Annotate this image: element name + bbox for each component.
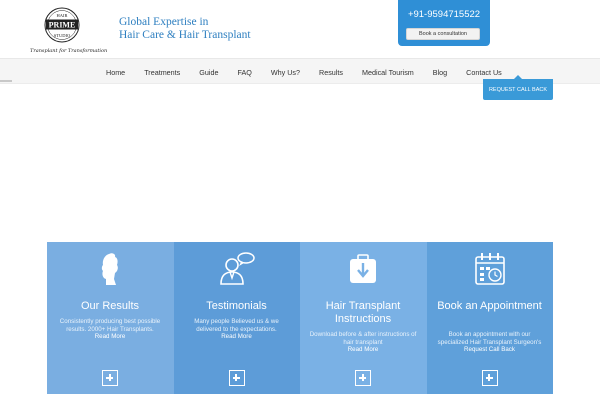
tagline-line-1: Global Expertise in bbox=[119, 16, 209, 28]
call-box: +91-9594715522 Book a consultation bbox=[398, 0, 490, 46]
read-more-link[interactable]: Read More bbox=[182, 333, 292, 341]
feature-book-appointment: Book an Appointment Book an appointment … bbox=[426, 242, 553, 394]
expand-plus-button[interactable] bbox=[228, 370, 245, 386]
feature-title: Testimonials bbox=[206, 300, 267, 312]
feature-text: Consistently producing best possible res… bbox=[59, 318, 161, 333]
feature-text: Book an appointment with our specialized… bbox=[437, 331, 542, 346]
book-consultation-button[interactable]: Book a consultation bbox=[406, 28, 480, 40]
nav-item-contact-us[interactable]: Contact Us bbox=[466, 68, 502, 77]
person-speech-icon bbox=[219, 252, 255, 285]
feature-instructions: Hair Transplant Instructions Download be… bbox=[300, 242, 427, 394]
request-call-back-button[interactable]: REQUEST CALL BACK bbox=[483, 75, 553, 100]
feature-description: Consistently producing best possible res… bbox=[55, 318, 165, 341]
nav-list: Home Treatments Guide FAQ Why Us? Result… bbox=[106, 59, 521, 85]
feature-description: Many people Believed us & we delivered t… bbox=[182, 318, 292, 341]
logo[interactable]: HAIR PRIME STUDIO Transplant for Transfo… bbox=[30, 6, 108, 54]
feature-title: Our Results bbox=[80, 300, 140, 312]
feature-description: Download before & after instructions of … bbox=[308, 331, 418, 354]
feature-title: Hair Transplant Instructions bbox=[325, 300, 401, 325]
nav-item-faq[interactable]: FAQ bbox=[237, 68, 251, 77]
phone-number[interactable]: +91-9594715522 bbox=[398, 9, 490, 20]
feature-testimonials: Testimonials Many people Believed us & w… bbox=[173, 242, 300, 394]
feature-text: Many people Believed us & we delivered t… bbox=[194, 318, 279, 333]
feature-boxes: Our Results Consistently producing best … bbox=[47, 242, 553, 394]
expand-plus-button[interactable] bbox=[355, 370, 371, 386]
expand-plus-button[interactable] bbox=[481, 370, 498, 386]
logo-word-top: HAIR bbox=[57, 13, 68, 18]
logo-tagline: Transplant for Transformation bbox=[30, 48, 108, 54]
tagline-line-2: Hair Care & Hair Transplant bbox=[119, 29, 251, 41]
head-silhouette-icon bbox=[101, 253, 118, 285]
read-more-link[interactable]: Read More bbox=[55, 333, 165, 341]
nav-item-medical-tourism[interactable]: Medical Tourism bbox=[362, 68, 414, 77]
feature-text: Download before & after instructions of … bbox=[309, 331, 417, 346]
header-tagline: Global Expertise in Hair Care & Hair Tra… bbox=[119, 16, 251, 42]
feature-description: Book an appointment with our specialized… bbox=[435, 331, 545, 354]
nav-item-home[interactable]: Home bbox=[106, 68, 125, 77]
site-header: HAIR PRIME STUDIO Transplant for Transfo… bbox=[0, 0, 600, 58]
logo-word-main: PRIME bbox=[49, 21, 76, 30]
download-tray-icon bbox=[350, 254, 376, 283]
feature-our-results: Our Results Consistently producing best … bbox=[47, 242, 174, 394]
nav-item-why-us[interactable]: Why Us? bbox=[271, 68, 300, 77]
expand-plus-button[interactable] bbox=[102, 370, 118, 386]
feature-title: Book an Appointment bbox=[437, 300, 542, 312]
logo-word-bottom: STUDIO bbox=[54, 33, 71, 38]
request-call-back-link[interactable]: Request Call Back bbox=[435, 346, 545, 354]
nav-divider bbox=[0, 80, 12, 82]
nav-item-guide[interactable]: Guide bbox=[199, 68, 218, 77]
read-more-link[interactable]: Read More bbox=[308, 346, 418, 354]
logo-seal-icon: HAIR PRIME STUDIO bbox=[44, 7, 80, 43]
nav-item-results[interactable]: Results bbox=[319, 68, 343, 77]
nav-item-blog[interactable]: Blog bbox=[433, 68, 447, 77]
calendar-clock-icon bbox=[474, 253, 505, 285]
nav-item-treatments[interactable]: Treatments bbox=[144, 68, 180, 77]
